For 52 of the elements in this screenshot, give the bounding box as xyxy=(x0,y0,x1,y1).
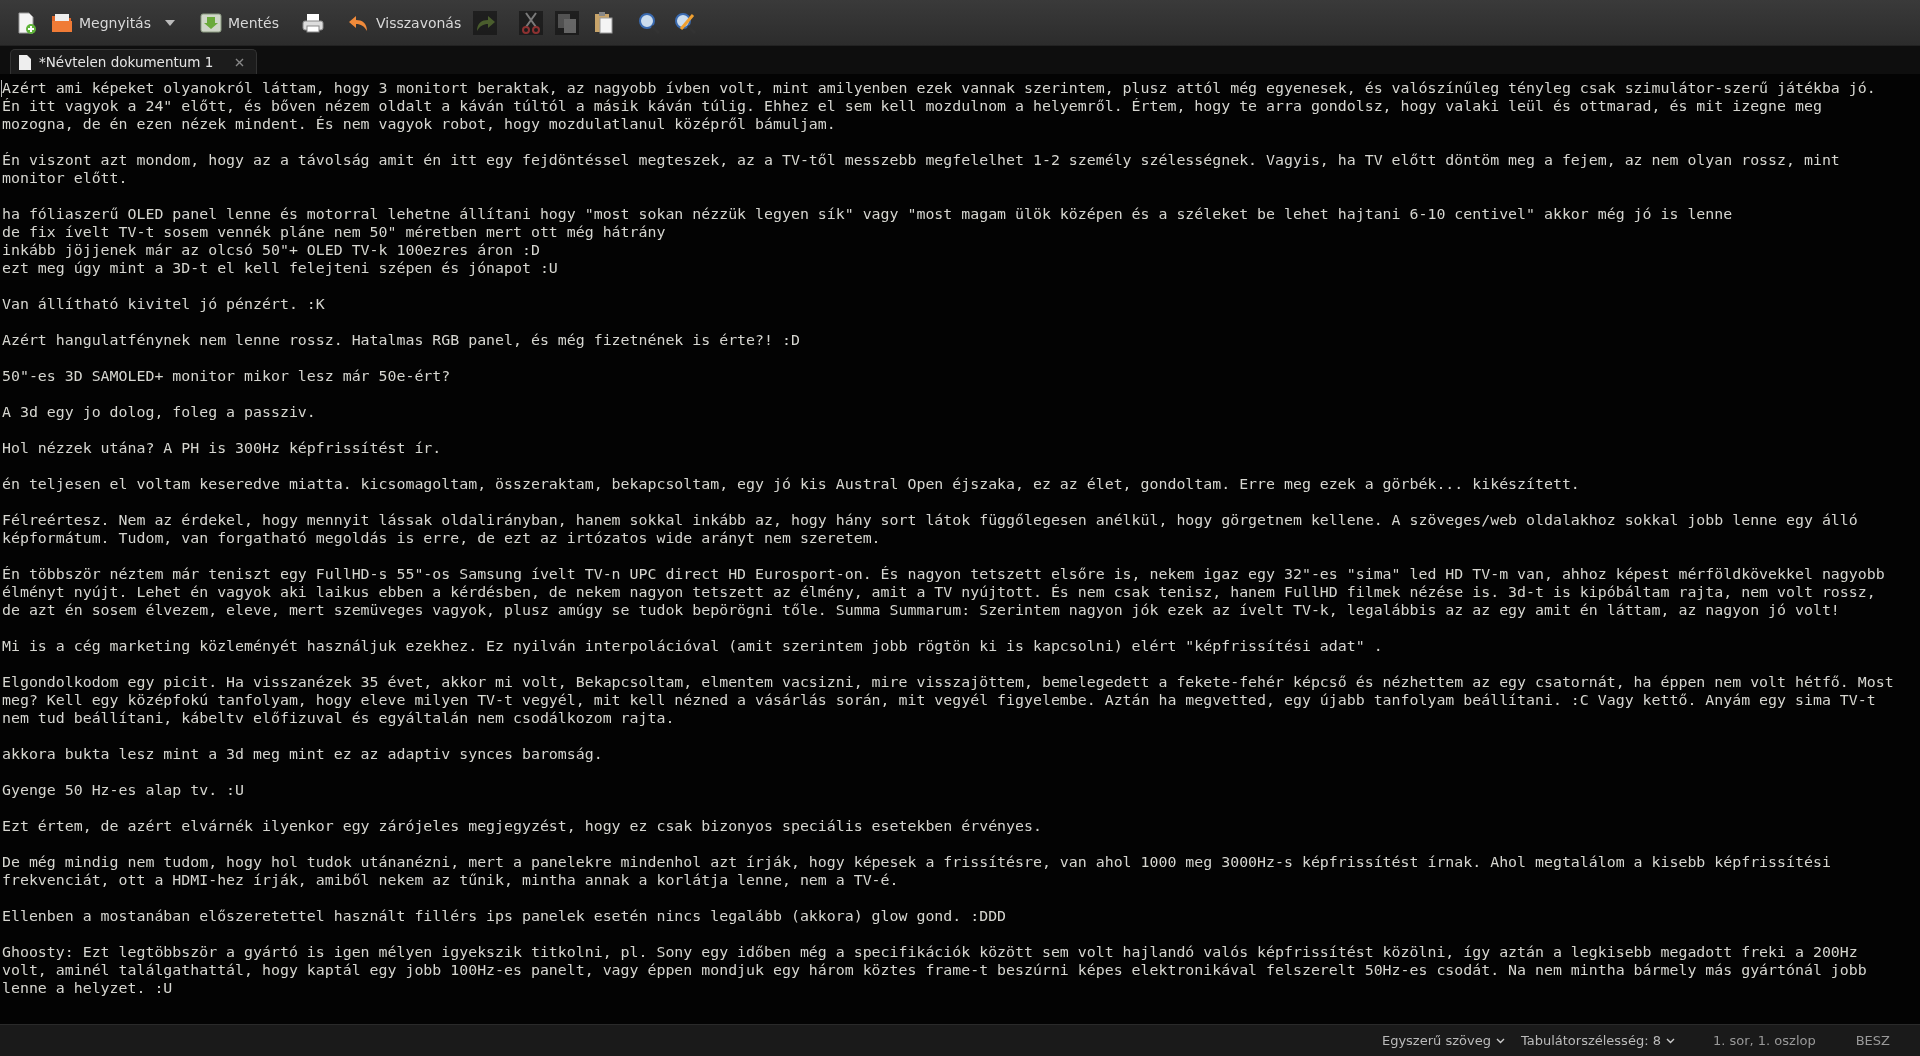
toolbar-button[interactable]: Visszavonás xyxy=(342,8,466,37)
cursor-position: 1. sor, 1. oszlop xyxy=(1711,1032,1817,1050)
text-line: frekvenciát, ott a HDMI-hez írják, amiből nekem az tűnik, mintha annak a korlátja lenne, nem a TV-é. xyxy=(2,871,900,889)
text-line: Ghoosty: Ezt legtöbbször a gyártó is igen mélyen igyekszik titkolni, pl. Sony egy időben még a specifikációk között sem volt hajlandó valós képfrissítést közölni, így aztán a legkisebb megadott freki a 200Hz xyxy=(2,943,1859,961)
text-line: Azért ami képeket olyanokról láttam, hogy 3 monitort beraktak, az nagyobb ívben volt, mint amilyenben ezek vannak szerintem, plusz attól még egyenesek, és valószínűleg tényleg csak szimulátor-szerű játékba jó. xyxy=(2,79,1877,97)
text-line: Azért hangulatfénynek nem lenne rossz. Hatalmas RGB panel, és még fizetnének is érte?! :D xyxy=(2,331,801,349)
text-line: 50"-es 3D SAMOLED+ monitor mikor lesz már 50e-ért? xyxy=(2,367,452,385)
text-line: Ellenben a mostanában előszeretettel használt fillérs ips panelek esetén nincs legalább (akkora) glow gond. :DDD xyxy=(2,907,1008,925)
language-dropdown[interactable]: Egyszerű szöveg xyxy=(1377,1031,1509,1050)
text-line: monitor előtt. xyxy=(2,169,129,187)
chevron-down-icon xyxy=(1665,1037,1675,1044)
save-icon xyxy=(199,10,223,35)
text-line: lenne a helyzet. :U xyxy=(2,979,174,997)
tab-title: *Névtelen dokumentum 1 xyxy=(39,54,214,70)
copy-icon xyxy=(555,10,580,35)
text-line: Én viszont azt mondom, hogy az a távolság amit én itt egy fejdöntéssel megteszek, az a TV-től messzebb megfelelhet 1-2 személy szélességnek. Vagyis, ha TV előtt döntöm meg a fejem, az nem olyan rossz, mint xyxy=(2,151,1841,169)
text-line: Hol nézzek utána? A PH is 300Hz képfrissítést ír. xyxy=(2,439,443,457)
text-line: én teljesen el voltam keseredve miatta. kicsomagoltam, összeraktam, bekapcsoltam, egy jó kis Austral Open éjszaka, ez az élet, gondoltam. Erre meg ezek a görbék... kikészített. xyxy=(2,475,1581,493)
text-line: Elgondolkodom egy picit. Ha visszanézek 35 évet, akkor mi volt, Bekapcsoltam, elmentem vacsizni, mire visszajöttem, bemelegedett a fekete-fehér képcső és nézhettem az egy csatornát, ha éppen nem volt hétfő. Most xyxy=(2,673,1895,691)
text-line: de azt én sosem élvezem, eleve, mert szemüveges vagyok, plusz amúgy se tudok bepörögni tőle. Summa Summarum: Szerintem nagyon jók ezek az ívelt TV-k, legalábbis az az egy amit én láttam, az nagyon jó volt! xyxy=(2,601,1841,619)
text-line: A 3d egy jo dolog, foleg a passziv. xyxy=(2,403,317,421)
text-line: inkább jöjjenek már az olcsó 50"+ OLED TV-k 100ezres áron :D xyxy=(2,241,541,259)
document-icon xyxy=(19,54,31,70)
insert-mode: BESZ xyxy=(1854,1032,1891,1050)
caret-icon xyxy=(165,19,175,26)
text-line: de fix ívelt TV-t sosem vennék pláne nem 50" méretben mert ott még hátrány xyxy=(2,223,667,241)
text-line: Én itt vagyok a 24" előtt, és bőven nézem oldalt a káván túltól a másik káván túlig. Ehhez el sem kell mozdulnom a helyemről. Értem, hogy te arra gondolsz, hogy valaki leül és ottmarad, és mit izegne meg xyxy=(2,97,1823,115)
redo-icon xyxy=(473,10,498,35)
text-line: akkora bukta lesz mint a 3d meg mint ez az adaptiv synces baromság. xyxy=(2,745,604,763)
text-line: élményt nyújt. Lehet én vagyok aki laikus ebben a kérdésben, de nekem nagyon tetszett az élmény, amit a TV nyújtott. És nem csak tenisz, hanem FullHD filmek nézése is. 3d-t is kipóbáltam rajta, nem volt rossz, xyxy=(2,583,1877,601)
text-line: Ezt értem, de azért elvárnék ilyenkor egy zárójeles megjegyzést, hogy ez csak bizonyos speciális esetekben érvényes. xyxy=(2,817,1043,835)
text-line: Én többször néztem már teniszt egy FullHD-s 55"-os Samsung ívelt TV-n UPC direct HD Eurosport-on. És nagyon tetszett elsőre is, nekem igaz egy 32"-es "sima" led HD TV-m van, ahhoz képest mérföldkövekkel nagyobb xyxy=(2,565,1886,583)
text-line: De még mindig nem tudom, hogy hol tudok utánanézni, mert a panelekre mindenhol azt írják, hogy képesek a frissítésre, van ahol 1000 meg 3000Hz-s képfrissítést írnak. Ahol megtalálom a kisebb képfrissítési xyxy=(2,853,1832,871)
text-line: meg? Kell egy középfokú tanfolyam, hogy eleve milyen TV-t vegyél, mit kell nézned a vásárlás során, mit vegyél figyelembe. Aztán ha megvetted, egy újabb tanfolyam beállítani. :C Vagy kettő. Anyám egy sima TV-t xyxy=(2,691,1877,709)
text-line: Mi is a cég marketing közleményét használjuk ezekhez. Ez nyilván interpolációval (amit szerintem jobb rögtön ki is kapcsolni) elért "képfrissítési adat" . xyxy=(2,637,1384,655)
text-line: Van állítható kivitel jó pénzért. :K xyxy=(2,295,326,313)
tab-width-dropdown[interactable]: Tabulátorszélesség: 8 xyxy=(1516,1031,1679,1050)
text-line: volt, aminél találgathattál, hogy kaptál egy jobb 100Hz-es panelt, vagy éppen mondjuk egy három köztes frame-t beszúrni képes elektronikával felszerelt 50Hz-es csodát. Na nem mintha bármely más gyártónál jobb xyxy=(2,961,1868,979)
chevron-down-icon xyxy=(1495,1037,1505,1044)
close-icon[interactable] xyxy=(235,57,245,67)
text-line: mozogna, de én ezen nézek mindent. És nem vagyok robot, hogy mozdulatlanul középről bámuljam. xyxy=(2,115,837,133)
text-line: Félreértesz. Nem az érdekel, hogy mennyit lássak oldalirányban, hanem sokkal inkább az, hogy hány sort látok függőlegesen anélkül, hogy görgetnem kellene. A szöveges/web oldalakhoz sokkal jobb lenne egy álló xyxy=(2,511,1859,529)
toolbar-button[interactable]: Megnyitás xyxy=(46,8,155,37)
text-line: képformátum. Tudom, van forgatható megoldás is erre, de ezt az irtózatos wide arányt nem szeretem. xyxy=(2,529,882,547)
text-line: nem tud beállítani, kábeltv előfizuval és egyáltalán nem csodálkozom rajta. xyxy=(2,709,676,727)
text-cursor xyxy=(1,80,2,97)
scissors-icon xyxy=(519,10,544,35)
toolbar-button[interactable]: Mentés xyxy=(195,8,283,37)
text-line: Gyenge 50 Hz-es alap tv. :U xyxy=(2,781,246,799)
text-line: ezt meg úgy mint a 3D-t el kell felejteni szépen és jónapot :U xyxy=(2,259,559,277)
text-line: ha fóliaszerű OLED panel lenne és motorral lehetne állítani hogy "most sokan nézzük legyen sík" vagy "most magam ülök középen és a széleket be lehet hajtani 6-10 centivel" akkor még jó is lenne xyxy=(2,205,1734,223)
document-tab[interactable]: *Névtelen dokumentum 1 xyxy=(10,49,258,74)
